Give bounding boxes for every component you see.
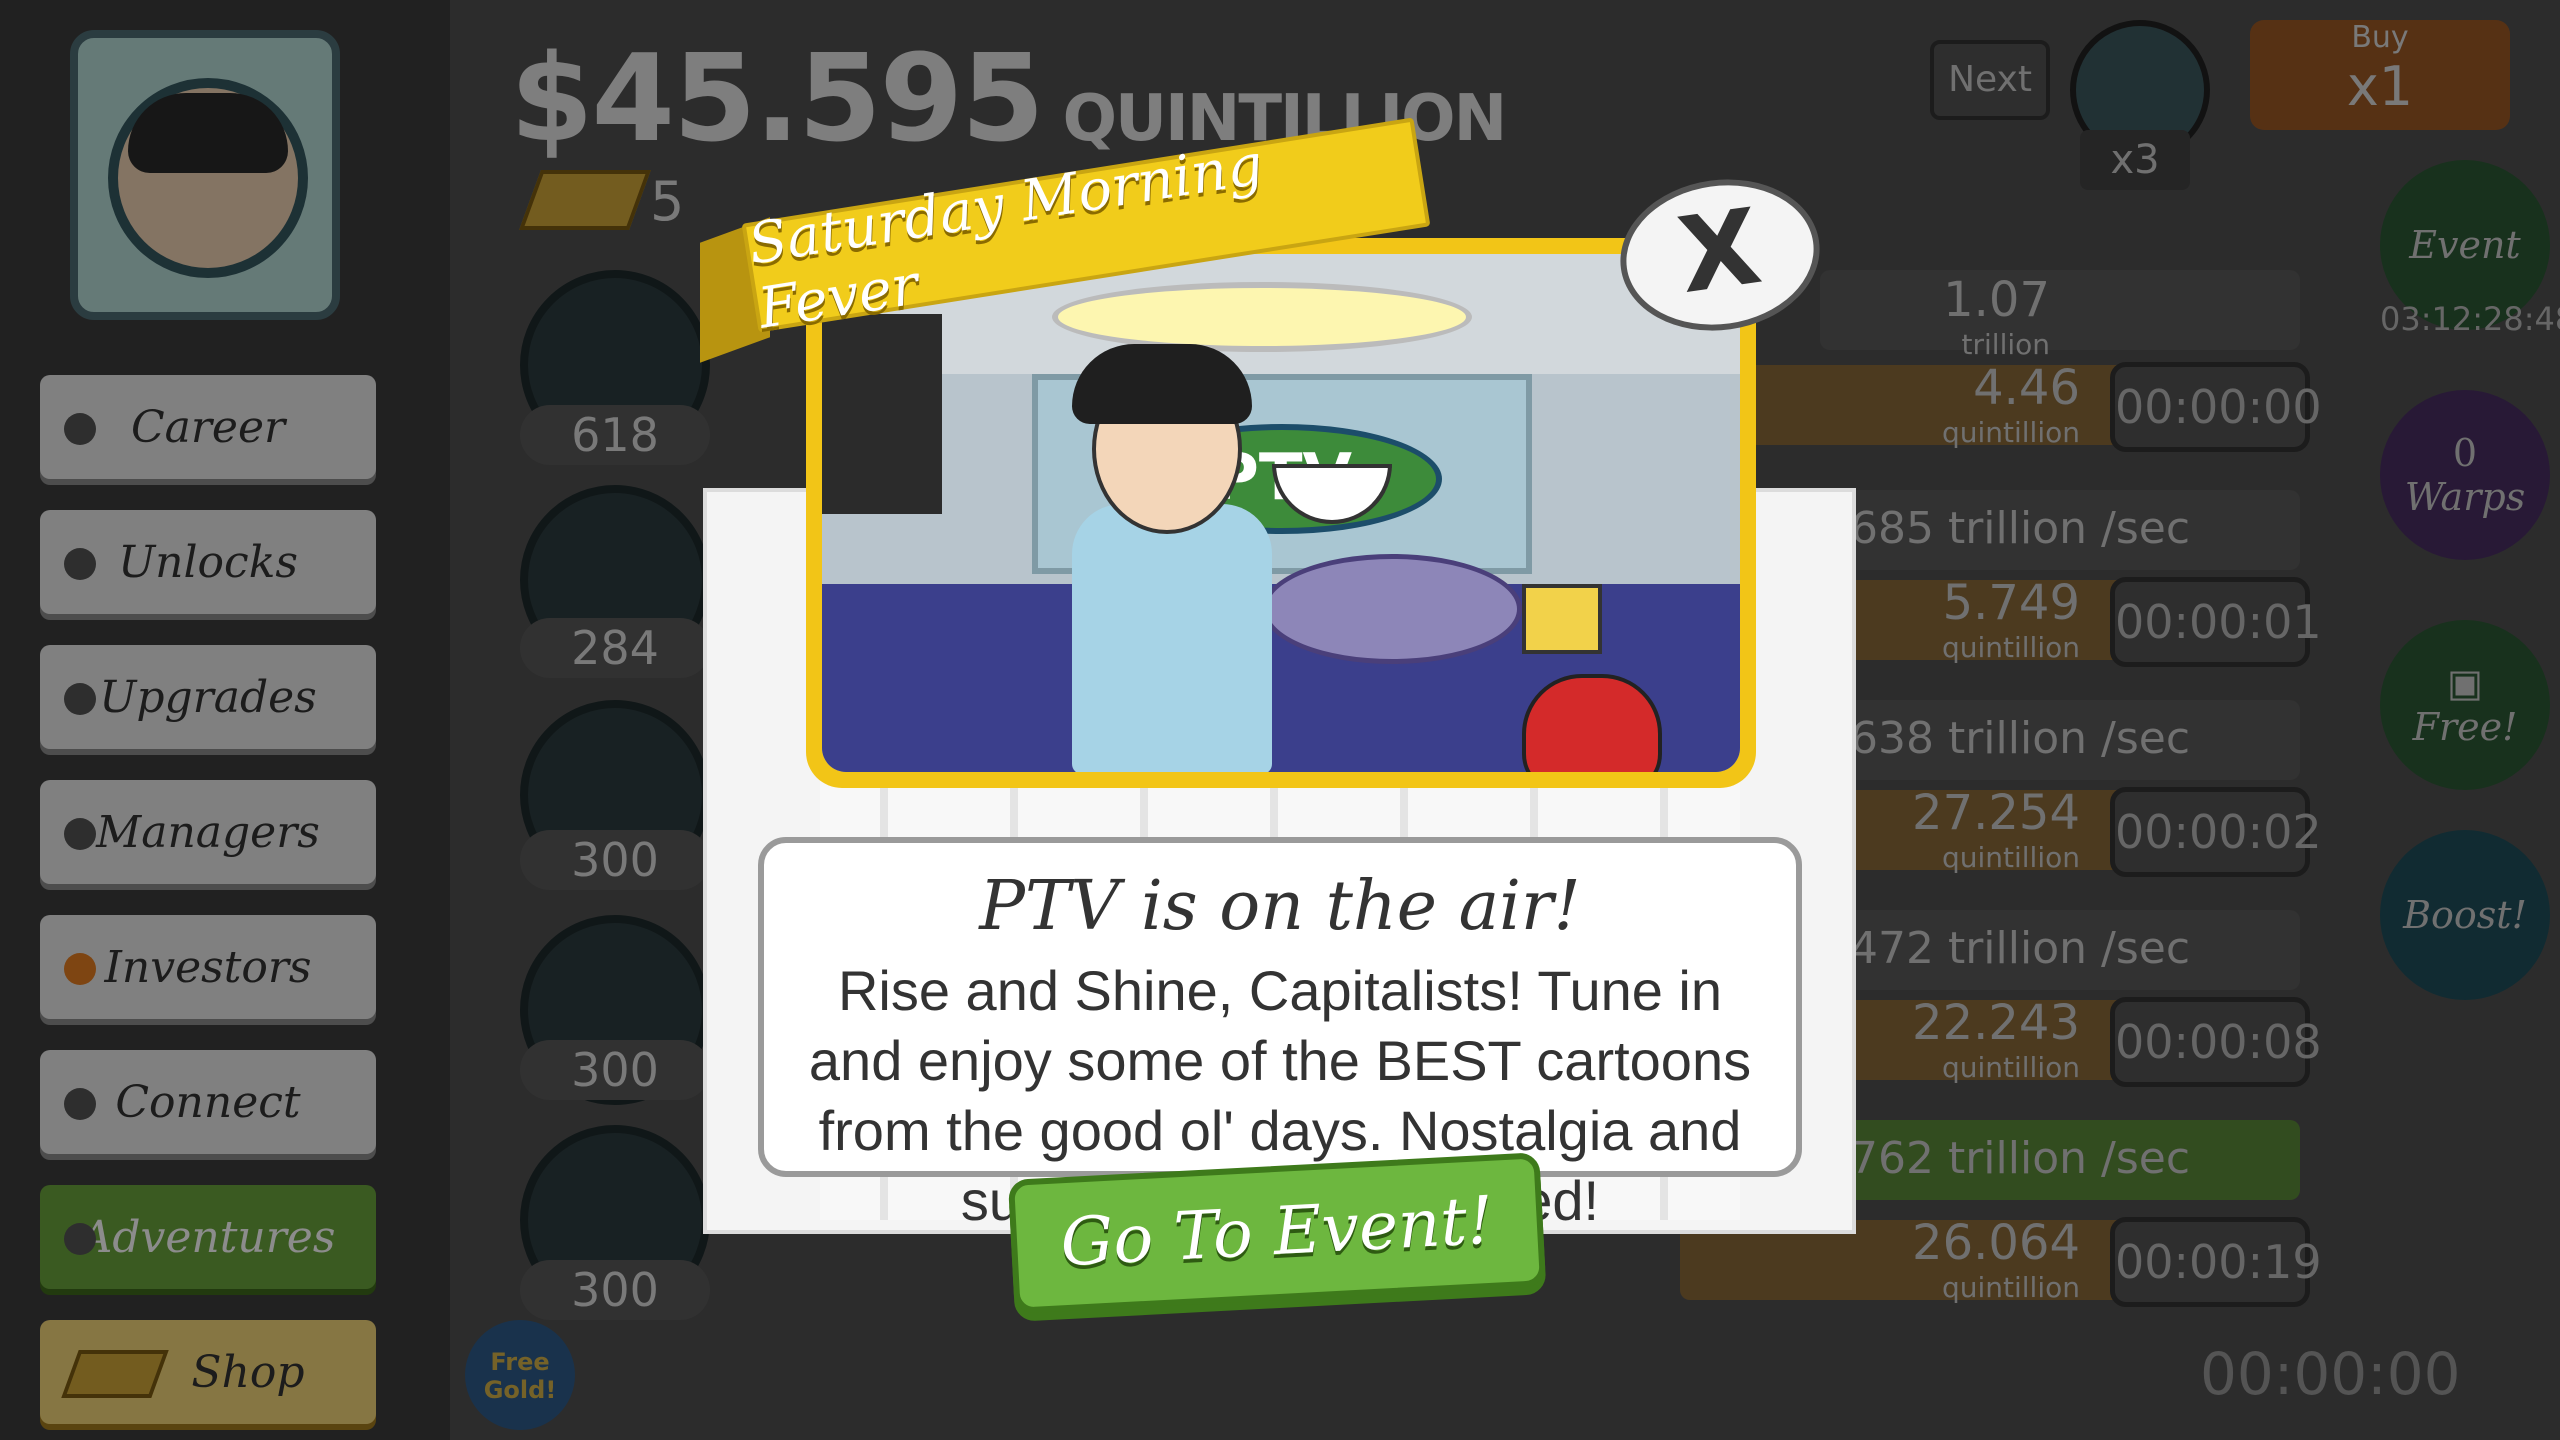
- go-to-event-button[interactable]: Go To Event!: [1007, 1152, 1547, 1314]
- tv-camera-icon: [822, 314, 942, 514]
- ceiling-lamp-icon: [1052, 282, 1472, 352]
- event-illustration: PTV: [822, 254, 1740, 772]
- event-description-card: PTV is on the air! Rise and Shine, Capit…: [758, 837, 1802, 1232]
- character-hair: [1072, 344, 1252, 424]
- event-heading: PTV is on the air!: [979, 867, 1581, 946]
- character-pajamas: [1072, 504, 1272, 772]
- news-desk: [1262, 554, 1522, 664]
- toy-truck-icon: [1522, 584, 1602, 654]
- red-helmet-icon: [1522, 674, 1662, 772]
- event-image-frame: PTV: [806, 238, 1756, 788]
